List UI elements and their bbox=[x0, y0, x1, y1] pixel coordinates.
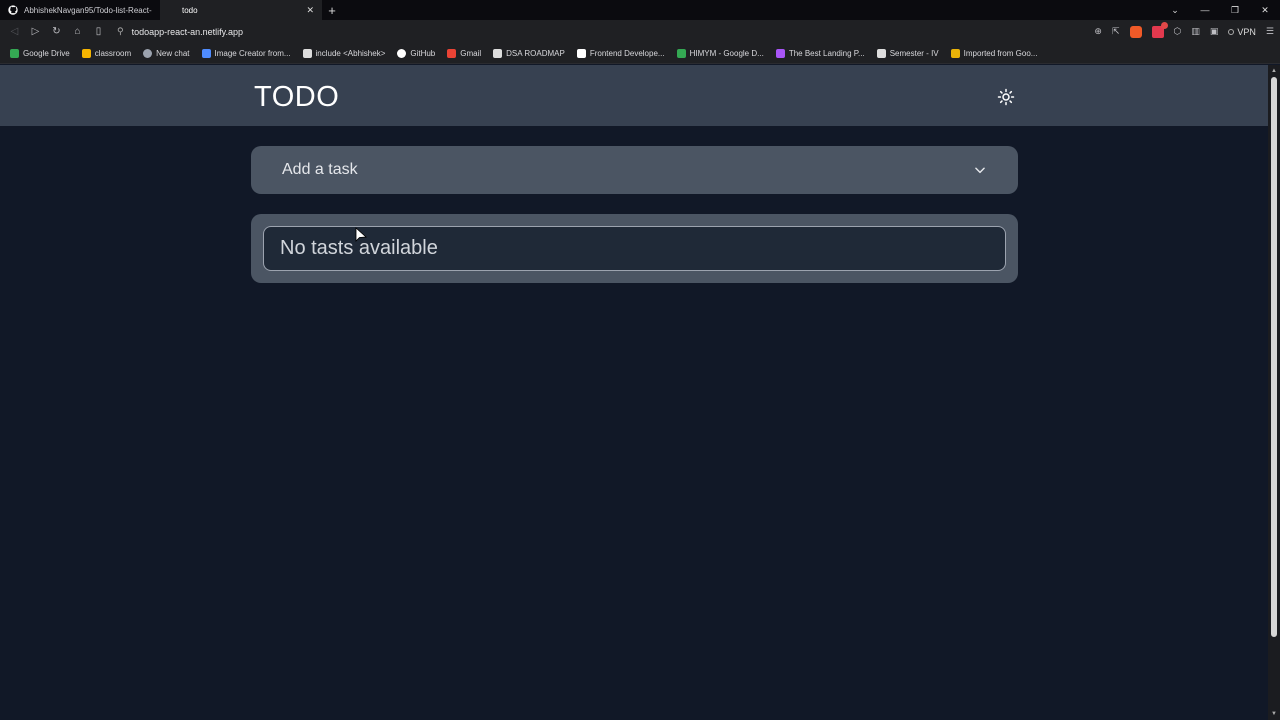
bookmark-label: GitHub bbox=[410, 48, 436, 58]
bookmark-item[interactable]: New chat bbox=[143, 48, 190, 58]
brave-shields-icon[interactable] bbox=[1129, 25, 1142, 38]
bookmark-label: Gmail bbox=[460, 48, 482, 58]
github-icon bbox=[397, 48, 407, 58]
scrollbar-thumb[interactable] bbox=[1271, 77, 1277, 637]
vpn-button[interactable]: VPN bbox=[1228, 27, 1256, 37]
browser-tab-bar: AbhishekNavgan95/Todo-list-React-Re todo… bbox=[0, 0, 1280, 20]
back-icon[interactable]: ◁ bbox=[4, 20, 25, 43]
theme-toggle-button[interactable] bbox=[995, 86, 1017, 108]
bookmark-item[interactable]: Semester - IV bbox=[876, 48, 939, 58]
extensions-icon[interactable]: ⬡ bbox=[1174, 26, 1182, 37]
tab-search-icon[interactable]: ⌄ bbox=[1160, 5, 1190, 16]
reload-icon[interactable]: ↻ bbox=[46, 20, 67, 43]
browser-tab-todo[interactable]: todo ✕ bbox=[160, 0, 322, 20]
bookmark-label: DSA ROADMAP bbox=[506, 48, 565, 58]
app-header: TODO bbox=[0, 65, 1268, 126]
bookmark-item[interactable]: Google Drive bbox=[10, 48, 70, 58]
bookmark-item[interactable]: The Best Landing P... bbox=[775, 48, 865, 58]
close-window-icon[interactable]: ✕ bbox=[1250, 5, 1280, 16]
bookmark-label: Image Creator from... bbox=[214, 48, 291, 58]
scroll-up-icon[interactable]: ▲ bbox=[1271, 68, 1277, 74]
home-icon[interactable]: ⌂ bbox=[67, 20, 88, 43]
browser-tab-github[interactable]: AbhishekNavgan95/Todo-list-React-Re bbox=[0, 0, 160, 20]
bookmark-item[interactable]: Gmail bbox=[447, 48, 482, 58]
bookmark-item[interactable]: GitHub bbox=[397, 48, 436, 58]
sun-icon bbox=[997, 88, 1015, 106]
app-title: TODO bbox=[254, 81, 340, 113]
github-icon bbox=[8, 5, 18, 15]
new-tab-button[interactable]: + bbox=[322, 0, 342, 20]
frontend-icon bbox=[576, 48, 586, 58]
bookmark-label: Imported from Goo... bbox=[963, 48, 1038, 58]
url-text: todoapp-react-an.netlify.app bbox=[131, 26, 243, 37]
bookmark-icon[interactable]: ▯ bbox=[88, 20, 109, 43]
zoom-icon[interactable]: ⊕ bbox=[1094, 26, 1102, 37]
sidebar-icon[interactable]: ▥ bbox=[1191, 26, 1200, 37]
bookmark-label: include <Abhishek> bbox=[315, 48, 386, 58]
bookmark-label: Semester - IV bbox=[889, 48, 939, 58]
search-icon bbox=[201, 48, 211, 58]
minimize-icon[interactable]: — bbox=[1190, 5, 1220, 15]
address-bar[interactable]: ⚲ todoapp-react-an.netlify.app bbox=[117, 23, 243, 41]
bookmark-label: classroom bbox=[94, 48, 132, 58]
bookmark-item[interactable]: include <Abhishek> bbox=[302, 48, 386, 58]
bookmark-label: Frontend Develope... bbox=[589, 48, 665, 58]
hash-icon bbox=[302, 48, 312, 58]
bookmark-item[interactable]: classroom bbox=[81, 48, 132, 58]
bookmark-item[interactable]: Frontend Develope... bbox=[576, 48, 665, 58]
bookmark-item[interactable]: HIMYM - Google D... bbox=[676, 48, 764, 58]
scroll-down-icon[interactable]: ▼ bbox=[1271, 711, 1277, 717]
bookmark-item[interactable]: Imported from Goo... bbox=[950, 48, 1038, 58]
bookmark-item[interactable]: Image Creator from... bbox=[201, 48, 291, 58]
forward-icon[interactable]: ▷ bbox=[25, 20, 46, 43]
doc-icon bbox=[876, 48, 886, 58]
vpn-status-icon bbox=[1228, 28, 1235, 35]
page-scrollbar[interactable]: ▲ ▼ bbox=[1268, 65, 1280, 720]
notification-badge bbox=[1160, 21, 1168, 29]
add-task-label: Add a task bbox=[282, 161, 358, 178]
add-task-toggle[interactable]: Add a task bbox=[251, 146, 1018, 194]
menu-icon[interactable]: ☰ bbox=[1266, 26, 1274, 37]
bookmark-label: The Best Landing P... bbox=[788, 48, 865, 58]
bookmark-label: Google Drive bbox=[23, 48, 70, 58]
tab-title: AbhishekNavgan95/Todo-list-React-Re bbox=[24, 5, 152, 15]
chevron-down-icon bbox=[975, 167, 985, 174]
tab-title: todo bbox=[182, 5, 198, 15]
wallet-icon[interactable]: ▣ bbox=[1210, 26, 1219, 37]
restore-icon[interactable]: ❐ bbox=[1220, 5, 1250, 16]
close-tab-icon[interactable]: ✕ bbox=[306, 5, 314, 16]
gmail-icon bbox=[447, 48, 457, 58]
bookmark-label: New chat bbox=[156, 48, 190, 58]
mouse-cursor-icon bbox=[355, 227, 367, 242]
task-list-panel: No tasts available bbox=[251, 214, 1018, 283]
drive-icon bbox=[10, 48, 19, 58]
folder-icon bbox=[950, 48, 960, 58]
window-controls: ⌄ — ❐ ✕ bbox=[1160, 0, 1280, 20]
share-icon[interactable]: ⇱ bbox=[1112, 26, 1120, 37]
bookmarks-bar: Google Drive classroom New chat Image Creat… bbox=[0, 43, 1280, 64]
empty-state-box: No tasts available bbox=[263, 226, 1006, 271]
vpn-label: VPN bbox=[1237, 26, 1256, 37]
bookmark-item[interactable]: DSA ROADMAP bbox=[493, 48, 565, 58]
landing-icon bbox=[775, 48, 785, 58]
notion-icon bbox=[493, 48, 503, 58]
bookmark-label: HIMYM - Google D... bbox=[689, 48, 764, 58]
drive-icon bbox=[676, 48, 686, 58]
toolbar-actions: ⊕ ⇱ ⬡ ▥ ▣ VPN ☰ bbox=[1094, 20, 1274, 43]
brave-rewards-icon[interactable] bbox=[1151, 21, 1168, 38]
site-info-icon[interactable]: ⚲ bbox=[117, 26, 124, 37]
classroom-icon bbox=[81, 48, 91, 58]
chatgpt-icon bbox=[143, 48, 153, 58]
browser-toolbar: ◁ ▷ ↻ ⌂ ▯ ⚲ todoapp-react-an.netlify.app… bbox=[0, 20, 1280, 43]
